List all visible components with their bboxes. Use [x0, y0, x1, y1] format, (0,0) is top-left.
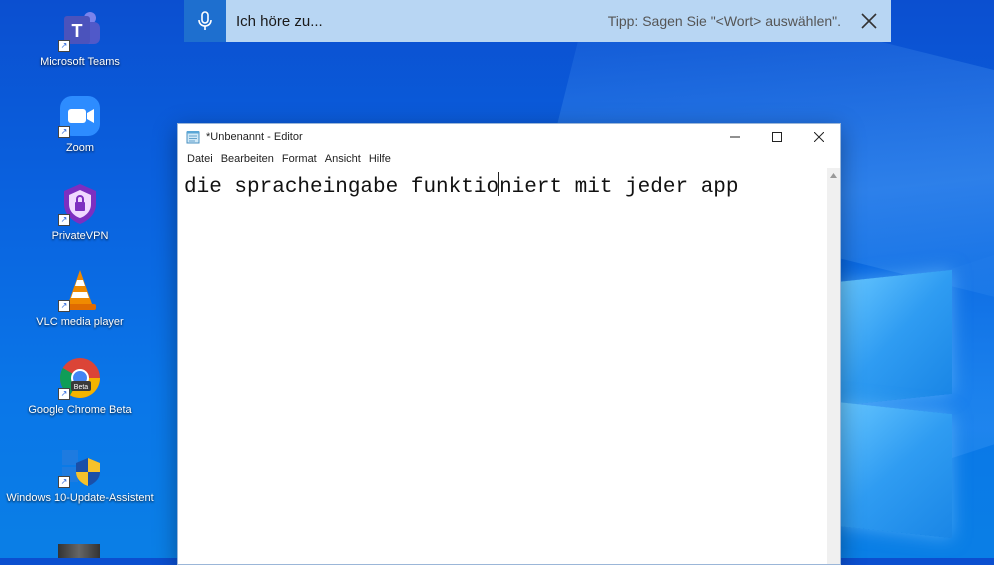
chrome-beta-icon: Beta ↗ — [58, 356, 102, 400]
menu-bar: Datei Bearbeiten Format Ansicht Hilfe — [178, 150, 840, 168]
minimize-icon — [730, 136, 740, 138]
notepad-window: *Unbenannt - Editor Datei Bearbeiten For… — [177, 123, 841, 565]
text-editor-area[interactable]: die spracheingabe funktioniert mit jeder… — [178, 168, 827, 564]
svg-text:T: T — [72, 21, 83, 41]
desktop-icon-label: Microsoft Teams — [40, 56, 120, 68]
maximize-icon — [772, 132, 782, 142]
partial-desktop-icon — [58, 544, 100, 558]
desktop-icon-label: PrivateVPN — [51, 230, 109, 242]
desktop-icon-vlc[interactable]: ↗ VLC media player — [0, 268, 160, 328]
desktop-icon-label: Windows 10-Update-Assistent — [6, 492, 154, 504]
vertical-scrollbar[interactable] — [827, 168, 840, 564]
microphone-icon — [198, 11, 212, 30]
desktop-icon-windows-update[interactable]: ↗ Windows 10-Update-Assistent — [0, 444, 160, 504]
maximize-button[interactable] — [756, 124, 798, 150]
desktop-icon-label: VLC media player — [36, 316, 124, 328]
menu-bearbeiten[interactable]: Bearbeiten — [217, 153, 278, 165]
zoom-icon: ↗ — [58, 94, 102, 138]
desktop-icons: T ↗ Microsoft Teams ↗ Zoom ↗ PrivateVPN … — [0, 0, 160, 558]
title-bar[interactable]: *Unbenannt - Editor — [178, 124, 840, 150]
windows-update-icon: ↗ — [58, 444, 102, 488]
window-title: *Unbenannt - Editor — [206, 131, 303, 143]
editor-text-after-caret: niert mit jeder app — [499, 176, 739, 199]
close-icon — [861, 13, 877, 29]
microphone-button[interactable] — [184, 0, 226, 42]
vlc-icon: ↗ — [58, 268, 102, 312]
desktop-icon-zoom[interactable]: ↗ Zoom — [0, 94, 160, 154]
menu-hilfe[interactable]: Hilfe — [365, 153, 395, 165]
close-window-button[interactable] — [798, 124, 840, 150]
menu-format[interactable]: Format — [278, 153, 321, 165]
teams-icon: T ↗ — [58, 8, 102, 52]
beta-badge: Beta — [74, 384, 89, 391]
desktop-icon-teams[interactable]: T ↗ Microsoft Teams — [0, 8, 160, 68]
desktop-icon-label: Google Chrome Beta — [28, 404, 132, 416]
menu-datei[interactable]: Datei — [183, 153, 217, 165]
scroll-up-button[interactable] — [827, 168, 840, 182]
desktop-icon-chrome-beta[interactable]: Beta ↗ Google Chrome Beta — [0, 356, 160, 416]
windows-logo-wallpaper — [836, 268, 994, 558]
voice-typing-bar: Ich höre zu... Tipp: Sagen Sie "<Wort> a… — [184, 0, 891, 42]
editor-text-before-caret: die spracheingabe funktio — [184, 176, 500, 199]
close-voice-bar-button[interactable] — [861, 13, 877, 29]
desktop-icon-label: Zoom — [65, 142, 95, 154]
privatevpn-icon: ↗ — [58, 182, 102, 226]
minimize-button[interactable] — [714, 124, 756, 150]
close-icon — [814, 132, 824, 142]
menu-ansicht[interactable]: Ansicht — [321, 153, 365, 165]
chevron-up-icon — [830, 172, 837, 178]
notepad-icon — [186, 131, 200, 144]
listening-status: Ich höre zu... — [236, 12, 323, 30]
desktop-icon-privatevpn[interactable]: ↗ PrivateVPN — [0, 182, 160, 242]
voice-tip: Tipp: Sagen Sie "<Wort> auswählen". — [607, 13, 841, 29]
